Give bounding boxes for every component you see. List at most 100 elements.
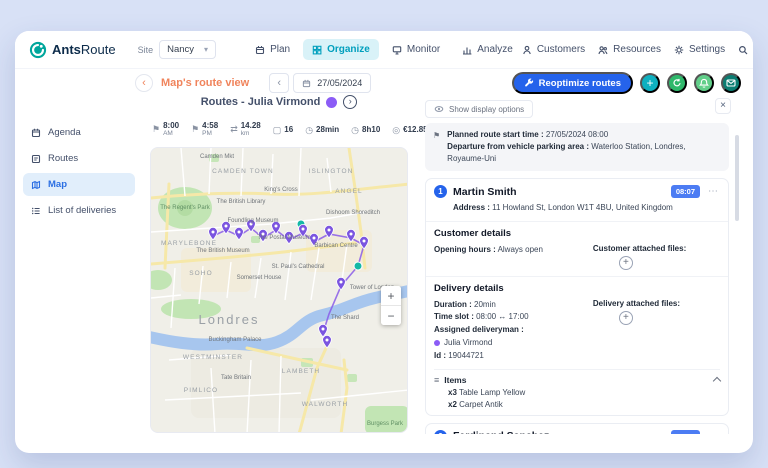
map-label: ISLINGTON	[309, 168, 354, 175]
route-details-panel: Show display options × ⚑ Planned route s…	[415, 97, 739, 434]
stop-card: 2 Ferdinand Sanchez 08:28 ⋯ Address : 28…	[425, 423, 729, 434]
gear-icon	[674, 45, 684, 55]
item-row: x3 Table Lamp Yellow	[434, 385, 720, 397]
site-label: Site	[138, 45, 154, 55]
search-button[interactable]	[738, 45, 748, 55]
route-title: Routes - Julia Virmond	[201, 96, 321, 108]
calendar-icon	[255, 45, 265, 55]
customers-link[interactable]: Customers	[522, 44, 585, 55]
tab-monitor-label: Monitor	[407, 44, 440, 55]
customer-details-title: Customer details	[434, 228, 720, 239]
antsroute-logo[interactable]: AntsRoute	[29, 41, 116, 59]
stop-header[interactable]: 2 Ferdinand Sanchez 08:28 ⋯	[426, 424, 728, 434]
sidebar-item-list-of-deliveries[interactable]: List of deliveries	[23, 199, 135, 222]
stop-header[interactable]: 1 Martin Smith 08:07 ⋯	[426, 179, 728, 202]
end-flag-icon: ⚑	[191, 124, 199, 135]
zoom-out-button[interactable]: −	[381, 306, 401, 325]
close-panel-button[interactable]: ×	[715, 98, 731, 114]
items-label: Items	[444, 375, 466, 385]
map-label: ANGEL	[335, 188, 363, 195]
search-icon	[738, 45, 748, 55]
sidebar-item-agenda[interactable]: Agenda	[23, 121, 135, 144]
sidebar-item-label: Map	[48, 179, 67, 190]
map-label: St. Paul's Cathedral	[272, 264, 325, 270]
refresh-routes-button[interactable]	[667, 73, 687, 93]
clock-icon: ◷	[305, 125, 313, 136]
wrench-icon	[524, 78, 534, 88]
map-label: The British Library	[217, 199, 266, 205]
site-select[interactable]: Nancy ▾	[159, 40, 216, 59]
antsroute-logo-icon	[29, 41, 47, 59]
deliveryman-color-dot	[434, 340, 440, 346]
items-block: ≡ Items x3 Table Lamp Yellow x2 Carpet A…	[434, 369, 720, 409]
tab-monitor[interactable]: Monitor	[383, 39, 449, 60]
map-label: King's Cross	[264, 187, 298, 193]
site-selector-group: Site Nancy ▾	[138, 40, 216, 59]
panel-body: ⚑ Planned route start time : 27/05/2024 …	[425, 123, 729, 434]
route-color-indicator	[326, 97, 337, 108]
view-title: Map's route view	[161, 77, 249, 89]
london-map[interactable]: Camden Mkt CAMDEN TOWN ISLINGTON ANGEL D…	[150, 147, 408, 433]
tab-organize[interactable]: Organize	[303, 39, 379, 60]
map-label: SOHO	[189, 270, 213, 277]
sidebar-item-map[interactable]: Map	[23, 173, 135, 196]
stop-time-badge[interactable]: 08:28	[671, 430, 700, 434]
kebab-menu-icon[interactable]: ⋯	[706, 431, 720, 434]
reoptimize-label: Reoptimize routes	[539, 78, 621, 89]
route-start-info: ⚑ Planned route start time : 27/05/2024 …	[425, 123, 729, 171]
previous-day-button[interactable]: ‹	[269, 73, 289, 93]
next-route-button[interactable]: ›	[343, 95, 357, 109]
stop-number-badge: 1	[434, 185, 447, 198]
zoom-in-button[interactable]: +	[381, 286, 401, 305]
stop-customer-name: Martin Smith	[453, 186, 665, 198]
item-row: x2 Carpet Antik	[434, 397, 720, 409]
panel-scrollbar[interactable]	[735, 125, 739, 426]
tab-analyze[interactable]: Analyze	[453, 39, 522, 60]
stop-number-badge: 2	[434, 430, 447, 434]
date-value: 27/05/2024	[317, 78, 362, 88]
refresh-icon	[672, 78, 682, 88]
stop-customer-name: Ferdinand Sanchez	[453, 430, 665, 434]
add-delivery-file-button[interactable]: +	[619, 311, 633, 325]
customer-files-label: Customer attached files:	[593, 244, 720, 253]
cost-icon: ◎	[392, 125, 400, 136]
show-display-options-button[interactable]: Show display options	[425, 100, 533, 118]
map-label: Buckingham Palace	[208, 337, 262, 343]
settings-label: Settings	[689, 44, 725, 55]
main-nav: Plan Organize Monitor Analyze	[246, 39, 522, 60]
settings-link[interactable]: Settings	[674, 44, 725, 55]
bell-icon	[699, 78, 709, 88]
assigned-deliveryman: Julia Virmond	[434, 337, 593, 350]
map-label: The Postal Museum	[257, 235, 310, 241]
stat-packages: ▢ 16	[273, 125, 293, 136]
stop-time-badge[interactable]: 08:07	[671, 185, 700, 198]
send-mail-button[interactable]	[721, 73, 741, 93]
site-select-value: Nancy	[167, 44, 194, 55]
map-label: MARYLEBONE	[161, 240, 217, 247]
items-icon: ≡	[434, 375, 439, 385]
add-customer-file-button[interactable]: +	[619, 256, 633, 270]
reoptimize-routes-button[interactable]: Reoptimize routes	[512, 72, 633, 94]
stop-card: 1 Martin Smith 08:07 ⋯ Address : 11 Howl…	[425, 178, 729, 416]
sidebar-item-routes[interactable]: Routes	[23, 147, 135, 170]
planned-start-label: Planned route start time :	[447, 130, 543, 139]
alerts-button[interactable]	[694, 73, 714, 93]
resources-link[interactable]: Resources	[598, 44, 661, 55]
map-label: WALWORTH	[302, 401, 349, 408]
date-picker[interactable]: 27/05/2024	[293, 73, 371, 93]
map-label: LAMBETH	[282, 368, 320, 375]
package-icon: ▢	[273, 125, 282, 136]
route-header: Routes - Julia Virmond ›	[150, 95, 408, 109]
stat-end-time: ⚑ 4:58PM	[191, 122, 218, 137]
map-zoom-control: + −	[381, 286, 401, 325]
back-button[interactable]: ‹	[135, 74, 153, 92]
route-view-toolbar: ‹ Map's route view ‹ 27/05/2024 Reoptimi…	[15, 69, 753, 97]
tab-plan[interactable]: Plan	[246, 39, 299, 60]
agenda-icon	[31, 128, 41, 138]
map-label: Burgess Park	[367, 421, 404, 427]
topbar-right: Customers Resources Settings MH	[522, 38, 753, 62]
kebab-menu-icon[interactable]: ⋯	[706, 186, 720, 197]
stat-stop-duration: ◷ 28min	[305, 125, 339, 136]
delivery-details-title: Delivery details	[434, 283, 720, 294]
add-route-button[interactable]: +	[640, 73, 660, 93]
